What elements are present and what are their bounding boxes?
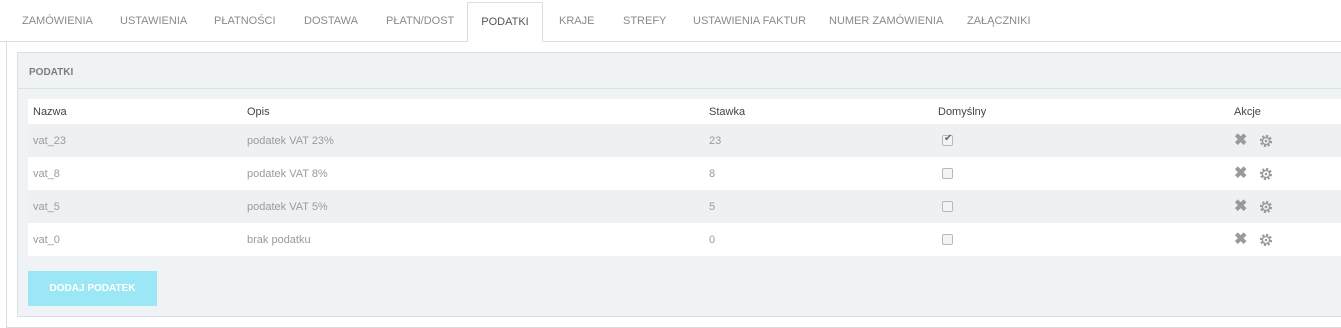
- table-row: vat_0 brak podatku 0 ✖: [28, 223, 1341, 256]
- add-tax-button[interactable]: DODAJ PODATEK: [28, 271, 157, 306]
- tax-description: brak podatku: [247, 233, 311, 246]
- tax-description: podatek VAT 23%: [247, 134, 334, 147]
- header-actions: Akcje: [1234, 105, 1261, 118]
- close-icon[interactable]: ✖: [1234, 165, 1247, 182]
- default-checkbox[interactable]: [942, 168, 953, 179]
- header-description: Opis: [247, 105, 270, 118]
- tax-description: podatek VAT 5%: [247, 200, 328, 213]
- tab-zones[interactable]: STREFY: [623, 0, 666, 42]
- close-icon[interactable]: ✖: [1234, 231, 1247, 248]
- header-name: Nazwa: [33, 105, 67, 118]
- gear-icon[interactable]: [1258, 232, 1274, 248]
- close-icon[interactable]: ✖: [1234, 132, 1247, 149]
- default-cell: [938, 157, 953, 190]
- default-cell: [938, 223, 953, 256]
- close-icon[interactable]: ✖: [1234, 198, 1247, 215]
- table-row: vat_23 podatek VAT 23% 23 ✖: [28, 124, 1341, 157]
- tax-name: vat_23: [33, 134, 67, 147]
- table-row: vat_8 podatek VAT 8% 8 ✖: [28, 157, 1341, 190]
- tab-payment-delivery[interactable]: PŁATN/DOST: [386, 0, 454, 42]
- gear-icon[interactable]: [1258, 199, 1274, 215]
- tax-name: vat_8: [33, 167, 60, 180]
- tab-taxes[interactable]: PODATKI: [467, 2, 543, 42]
- tax-rate: 8: [709, 167, 716, 180]
- tax-name: vat_5: [33, 200, 60, 213]
- table-row: vat_5 podatek VAT 5% 5 ✖: [28, 190, 1341, 223]
- tab-payments[interactable]: PŁATNOŚCI: [214, 0, 276, 42]
- default-checkbox[interactable]: [942, 133, 953, 146]
- actions-cell: ✖: [1234, 190, 1274, 223]
- tab-orders[interactable]: ZAMÓWIENIA: [22, 0, 93, 42]
- taxes-table: Nazwa Opis Stawka Domyślny Akcje vat_23 …: [28, 99, 1341, 256]
- panel-header: PODATKI: [18, 53, 1341, 89]
- tax-rate: 0: [709, 233, 716, 246]
- tax-rate: 23: [709, 134, 722, 147]
- tab-attachments[interactable]: ZAŁĄCZNIKI: [967, 0, 1031, 42]
- tab-invoice-settings[interactable]: USTAWIENIA FAKTUR: [693, 0, 806, 42]
- tab-bar: ZAMÓWIENIA USTAWIENIA PŁATNOŚCI DOSTAWA …: [0, 0, 1341, 42]
- tab-settings[interactable]: USTAWIENIA: [120, 0, 187, 42]
- tax-description: podatek VAT 8%: [247, 167, 328, 180]
- default-cell: [938, 124, 953, 157]
- table-header-row: Nazwa Opis Stawka Domyślny Akcje: [28, 99, 1341, 124]
- default-checkbox[interactable]: [942, 234, 953, 245]
- gear-icon[interactable]: [1258, 133, 1274, 149]
- header-default: Domyślny: [938, 105, 987, 118]
- default-cell: [938, 190, 953, 223]
- actions-cell: ✖: [1234, 157, 1274, 190]
- header-rate: Stawka: [709, 105, 746, 118]
- tax-name: vat_0: [33, 233, 60, 246]
- actions-cell: ✖: [1234, 223, 1274, 256]
- panel-title: PODATKI: [29, 67, 74, 78]
- tab-countries[interactable]: KRAJE: [559, 0, 594, 42]
- default-checkbox[interactable]: [942, 201, 953, 212]
- tax-rate: 5: [709, 200, 716, 213]
- tab-delivery[interactable]: DOSTAWA: [304, 0, 358, 42]
- gear-icon[interactable]: [1258, 166, 1274, 182]
- tab-order-number[interactable]: NUMER ZAMÓWIENIA: [829, 0, 943, 42]
- actions-cell: ✖: [1234, 124, 1274, 157]
